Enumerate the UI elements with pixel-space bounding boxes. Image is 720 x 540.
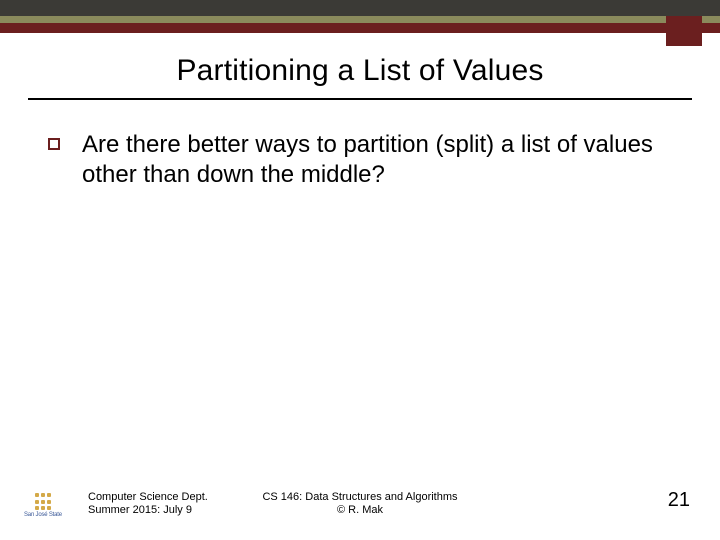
page-number: 21 xyxy=(668,489,690,512)
decor-top-olive xyxy=(0,16,720,23)
bullet-text: Are there better ways to partition (spli… xyxy=(82,130,680,190)
slide: Partitioning a List of Values Are there … xyxy=(0,0,720,540)
footer-center: CS 146: Data Structures and Algorithms ©… xyxy=(0,491,720,519)
title-underline xyxy=(28,98,692,100)
slide-title: Partitioning a List of Values xyxy=(0,54,720,88)
content-area: Are there better ways to partition (spli… xyxy=(48,130,680,190)
decor-top-maroon xyxy=(0,23,720,33)
footer-course: CS 146: Data Structures and Algorithms xyxy=(0,491,720,505)
decor-top-block xyxy=(666,16,702,46)
footer-copyright: © R. Mak xyxy=(0,504,720,518)
bullet-item: Are there better ways to partition (spli… xyxy=(48,130,680,190)
decor-top-dark xyxy=(0,0,720,16)
bullet-square-icon xyxy=(48,138,60,150)
